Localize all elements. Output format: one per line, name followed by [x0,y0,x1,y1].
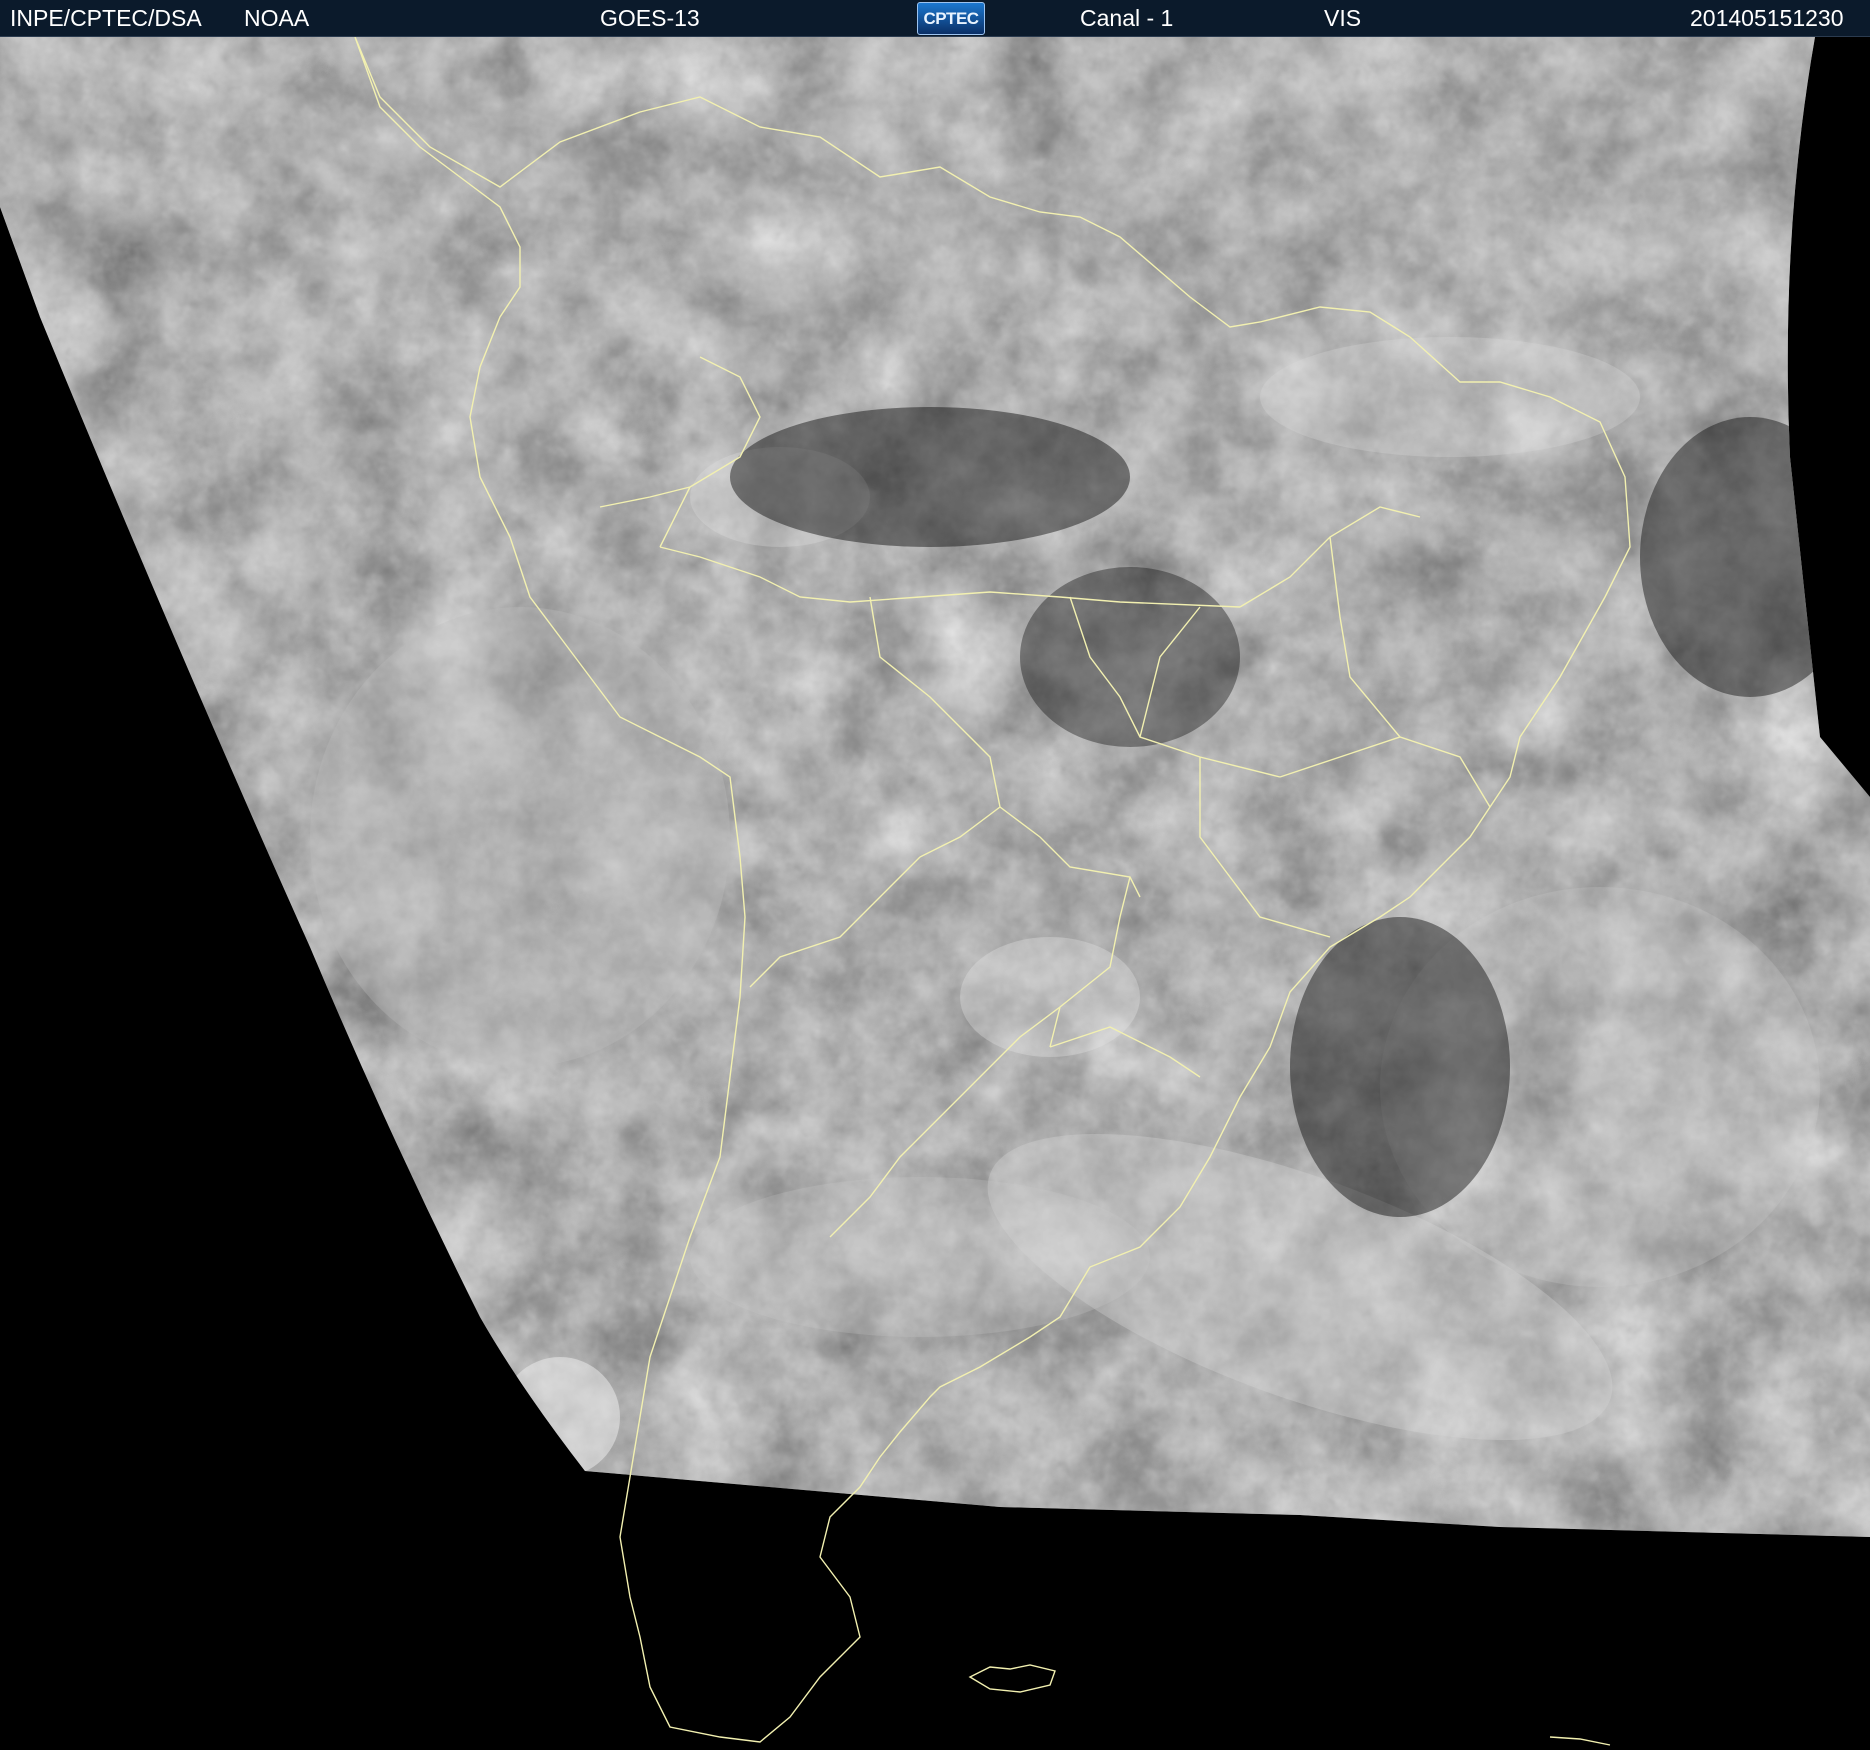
channel-label: Canal - 1 [1080,5,1174,31]
band-label: VIS [1324,5,1362,31]
agency-label: NOAA [244,5,310,31]
image-header-bar: INPE/CPTEC/DSA NOAA GOES-13 CPTEC Canal … [0,0,1870,37]
satellite-image [0,37,1870,1750]
cptec-logo: CPTEC [917,2,985,35]
source-label: INPE/CPTEC/DSA [10,5,202,31]
satellite-label: GOES-13 [600,5,700,31]
timestamp-label: 201405151230 [1690,5,1844,31]
